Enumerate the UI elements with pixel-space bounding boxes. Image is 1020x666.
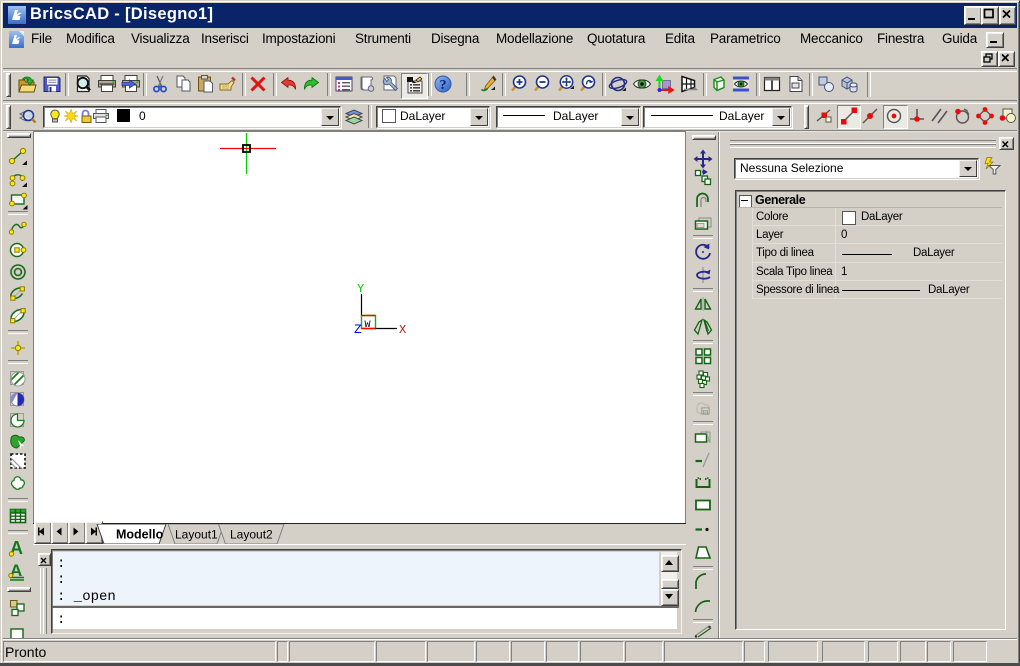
svg-text:W: W <box>365 320 371 331</box>
svg-text:Z: Z <box>354 322 362 337</box>
svg-text:Y: Y <box>357 282 364 296</box>
svg-text:?: ? <box>440 78 447 93</box>
svg-text:Modello: Modello <box>116 528 164 542</box>
svg-text:Layout2: Layout2 <box>230 528 273 542</box>
svg-text:X: X <box>399 323 406 337</box>
svg-text:Layout1: Layout1 <box>175 528 218 542</box>
